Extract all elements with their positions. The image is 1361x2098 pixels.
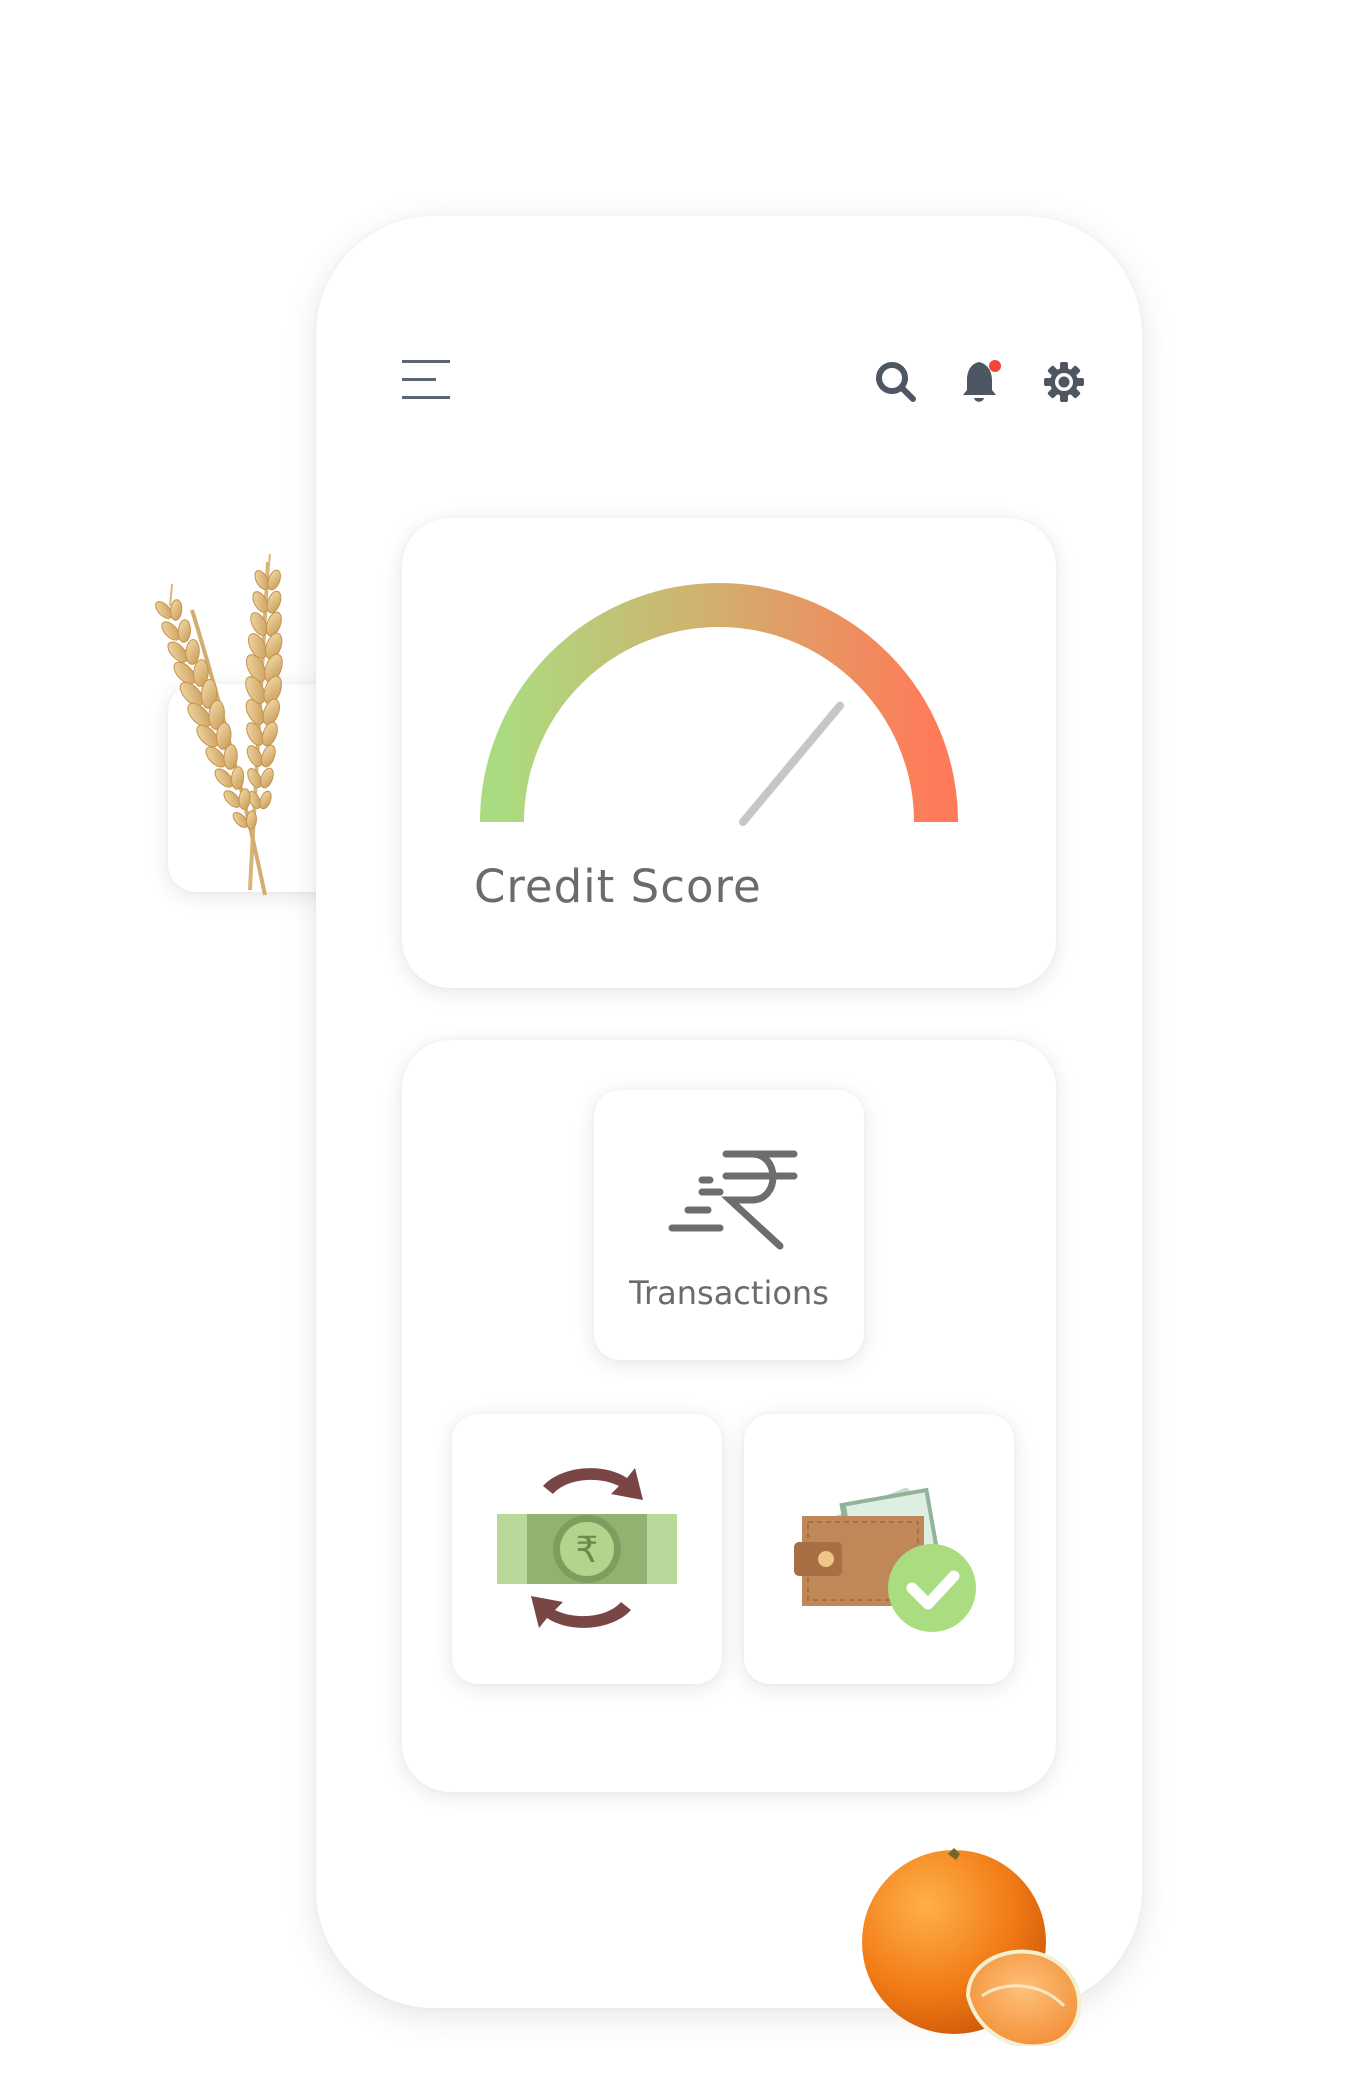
credit-score-label: Credit Score xyxy=(474,860,762,913)
money-exchange-icon: ₹ xyxy=(497,1468,677,1628)
orange-fruit-icon xyxy=(862,1848,1082,2046)
rupee-symbol: ₹ xyxy=(576,1530,599,1571)
hamburger-menu-button[interactable] xyxy=(400,356,452,404)
transactions-tile[interactable]: Transactions xyxy=(594,1090,864,1360)
credit-score-gauge xyxy=(480,583,958,826)
search-button[interactable] xyxy=(874,360,918,404)
settings-button[interactable] xyxy=(1042,360,1086,404)
gauge-needle xyxy=(739,701,845,826)
wheat-icon xyxy=(155,553,283,896)
wallet-tile[interactable] xyxy=(744,1414,1014,1684)
transactions-label: Transactions xyxy=(629,1274,829,1312)
gear-icon xyxy=(1044,362,1084,402)
notifications-button[interactable] xyxy=(960,356,1004,406)
search-icon xyxy=(876,362,916,402)
wallet-check-icon xyxy=(794,1487,976,1632)
notification-badge xyxy=(989,360,1001,372)
rupee-transaction-icon xyxy=(668,1150,798,1250)
bell-icon xyxy=(963,360,1001,402)
credit-score-card[interactable]: Credit Score xyxy=(402,518,1056,988)
money-exchange-tile[interactable]: ₹ xyxy=(452,1414,722,1684)
check-badge xyxy=(888,1544,976,1632)
hamburger-menu-icon xyxy=(402,360,450,399)
gauge-arc xyxy=(480,583,958,823)
